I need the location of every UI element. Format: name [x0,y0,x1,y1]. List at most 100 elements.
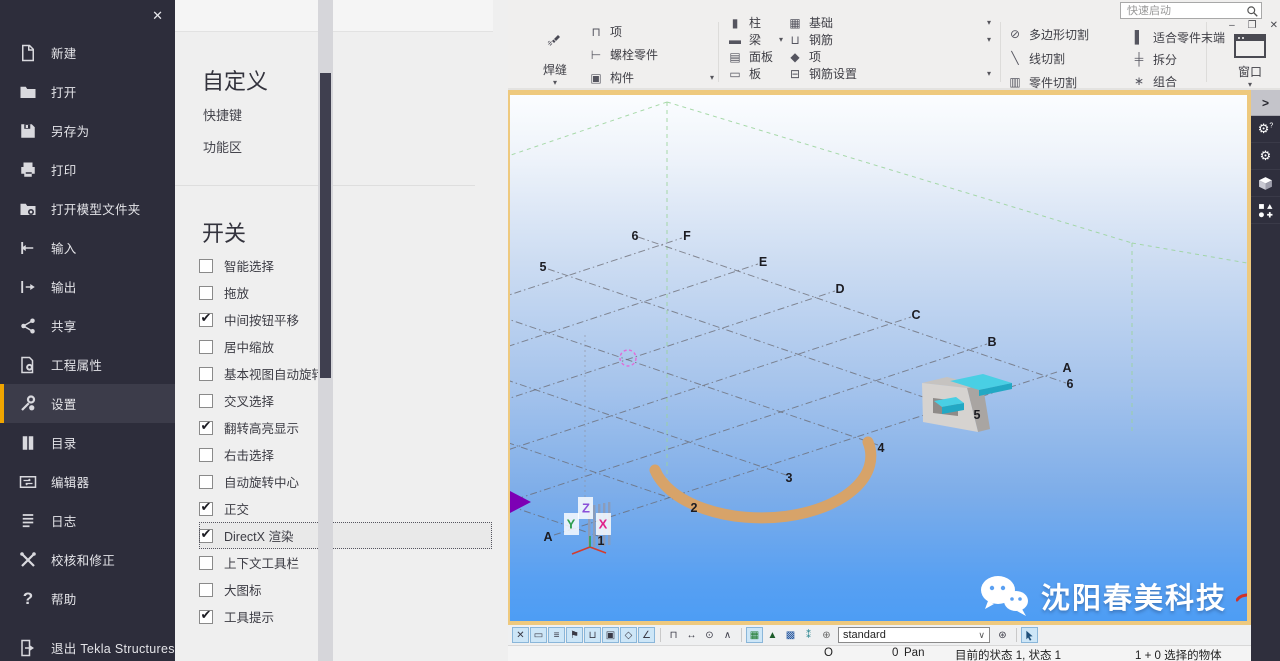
customize-link[interactable]: 功能区 [203,137,242,156]
selection-preset-select[interactable]: standard ∨ [838,627,990,643]
curved-beam[interactable] [655,442,871,518]
sidebar-item-check-repair[interactable]: 校核和修正 [0,540,175,579]
ribbon-button[interactable]: ▬ 梁 ▾ [727,31,783,48]
chevron-down-icon[interactable]: ▾ [987,35,991,44]
snap-extend-button[interactable]: ↔ [683,627,700,643]
switch-row[interactable]: 自动旋转中心 [199,468,471,495]
ribbon-button[interactable]: ◆ 项 ▾ [787,48,991,65]
sidebar-item-project-properties[interactable]: 工程属性 [0,345,175,384]
customize-link[interactable]: 快捷键 [203,105,242,124]
zoom-tool-button[interactable]: ⊕ [818,627,835,643]
work-plane-button[interactable]: ▲ [764,627,781,643]
ribbon-button[interactable]: ⊓ 项 ▾ [588,20,714,43]
checkbox[interactable]: ✔ [199,610,213,624]
switch-row[interactable]: ✔ 工具提示 [199,603,471,630]
ribbon-button[interactable]: ▮ 柱 ▾ [727,14,783,31]
snap-center-button[interactable]: ⊙ [701,627,718,643]
ribbon-button[interactable]: ▣ 构件 ▾ [588,66,714,89]
gear-question-button[interactable]: ⚙? [1251,116,1280,143]
sidebar-item-help[interactable]: ? 帮助 [0,579,175,618]
sidebar-item-new-file[interactable]: 新建 [0,33,175,72]
sidebar-item-editors[interactable]: 编辑器 [0,462,175,501]
model-viewport[interactable]: 56FEDCBA654321A ZYX 沈阳春美科技 [508,90,1251,625]
chevron-down-icon[interactable]: ▾ [524,78,586,87]
scrollbar-thumb[interactable] [320,73,331,378]
switch-row[interactable]: ✔ 翻转高亮显示 [199,414,471,441]
sync-view-button[interactable]: ⁑ [800,627,817,643]
checkbox[interactable]: ✔ [199,313,213,327]
switch-row[interactable]: 大图标 [199,576,471,603]
sidebar-item-model-folder[interactable]: 打开模型文件夹 [0,189,175,228]
ribbon-button[interactable]: ▤ 面板 ▾ [727,48,783,65]
switch-row[interactable]: ✔ 正交 [199,495,471,522]
checkbox[interactable]: ✔ [199,529,213,543]
checkbox[interactable] [199,394,213,408]
chevron-down-icon[interactable]: ▾ [710,73,714,82]
select-cursor-button[interactable] [1021,627,1038,643]
close-button[interactable]: ✕ [1270,20,1278,32]
snap-profile-button[interactable]: ⊔ [584,627,601,643]
checkbox[interactable] [199,583,213,597]
options-burst-button[interactable]: ⊛ [994,627,1011,643]
switch-row[interactable]: 居中缩放 [199,333,471,360]
switch-row[interactable]: 基本视图自动旋转 [199,360,471,387]
checkbox[interactable] [199,259,213,273]
sidebar-item-share[interactable]: 共享 [0,306,175,345]
quick-launch-input[interactable] [1127,5,1246,17]
switch-row[interactable]: 上下文工具栏 [199,549,471,576]
sidebar-item-catalog[interactable]: 目录 [0,423,175,462]
ribbon-button-window[interactable]: 窗口 ▾ [1220,34,1280,89]
gear-button[interactable]: ⚙ [1251,143,1280,170]
components-button[interactable] [1251,197,1280,224]
ribbon-button[interactable]: ╲ 线切割 ▾ [1007,46,1117,70]
snap-cut-button[interactable]: ✕ [512,627,529,643]
switch-row[interactable]: 拖放 [199,279,471,306]
grid-view-button[interactable]: ▩ [782,627,799,643]
snap-flag-button[interactable]: ⚑ [566,627,583,643]
ribbon-button[interactable]: ▭ 板 ▾ [727,65,783,82]
ribbon-button[interactable]: ▦ 基础 ▾ [787,14,991,31]
switch-row[interactable]: 交叉选择 [199,387,471,414]
ribbon-button[interactable]: ⊘ 多边形切割 ▾ [1007,22,1117,46]
switch-row[interactable]: 智能选择 [199,252,471,279]
sidebar-item-print[interactable]: 打印 [0,150,175,189]
checkbox[interactable] [199,340,213,354]
snap-plate-button[interactable]: ▣ [602,627,619,643]
sidebar-item-settings[interactable]: 设置 [0,384,175,423]
checkbox[interactable]: ✔ [199,421,213,435]
sidebar-item-save[interactable]: 另存为 [0,111,175,150]
sidebar-item-exit[interactable]: 退出 Tekla Structures [0,628,175,661]
snap-frame-button[interactable]: ⊓ [665,627,682,643]
ribbon-button[interactable]: ⊔ 钢筋 ▾ [787,31,991,48]
panel-scrollbar[interactable] [318,0,333,661]
render-view-button[interactable]: ▦ [746,627,763,643]
restore-button[interactable]: ❐ [1248,20,1257,32]
switch-row[interactable]: 右击选择 [199,441,471,468]
ribbon-button[interactable]: ⊟ 钢筋设置 ▾ [787,65,991,82]
chevron-down-icon[interactable]: ▾ [987,69,991,78]
snap-peak-button[interactable]: ∧ [719,627,736,643]
expand-panel-button[interactable]: > [1251,90,1280,116]
chevron-down-icon[interactable]: ▾ [987,18,991,27]
checkbox[interactable] [199,367,213,381]
snap-rect-button[interactable]: ▭ [530,627,547,643]
checkbox[interactable] [199,448,213,462]
sidebar-item-export[interactable]: 输出 [0,267,175,306]
close-icon[interactable]: ✕ [152,8,163,24]
checkbox[interactable] [199,475,213,489]
checkbox[interactable] [199,556,213,570]
chevron-down-icon[interactable]: ▾ [779,35,783,44]
chevron-down-icon[interactable]: ▾ [1220,80,1280,89]
cube-button[interactable] [1251,170,1280,197]
concrete-abutment[interactable] [922,374,1012,432]
checkbox[interactable]: ✔ [199,502,213,516]
sidebar-item-open-folder[interactable]: 打开 [0,72,175,111]
snap-diamond-button[interactable]: ◇ [620,627,637,643]
ribbon-button[interactable]: ⊢ 螺栓零件 ▾ [588,43,714,66]
checkbox[interactable] [199,286,213,300]
sidebar-item-import[interactable]: 输入 [0,228,175,267]
switch-row[interactable]: ✔ DirectX 渲染 [199,522,492,549]
sidebar-item-logs[interactable]: 日志 [0,501,175,540]
snap-parallel-button[interactable]: ≡ [548,627,565,643]
ribbon-button-weld[interactable]: 焊缝 ▾ [524,24,586,87]
